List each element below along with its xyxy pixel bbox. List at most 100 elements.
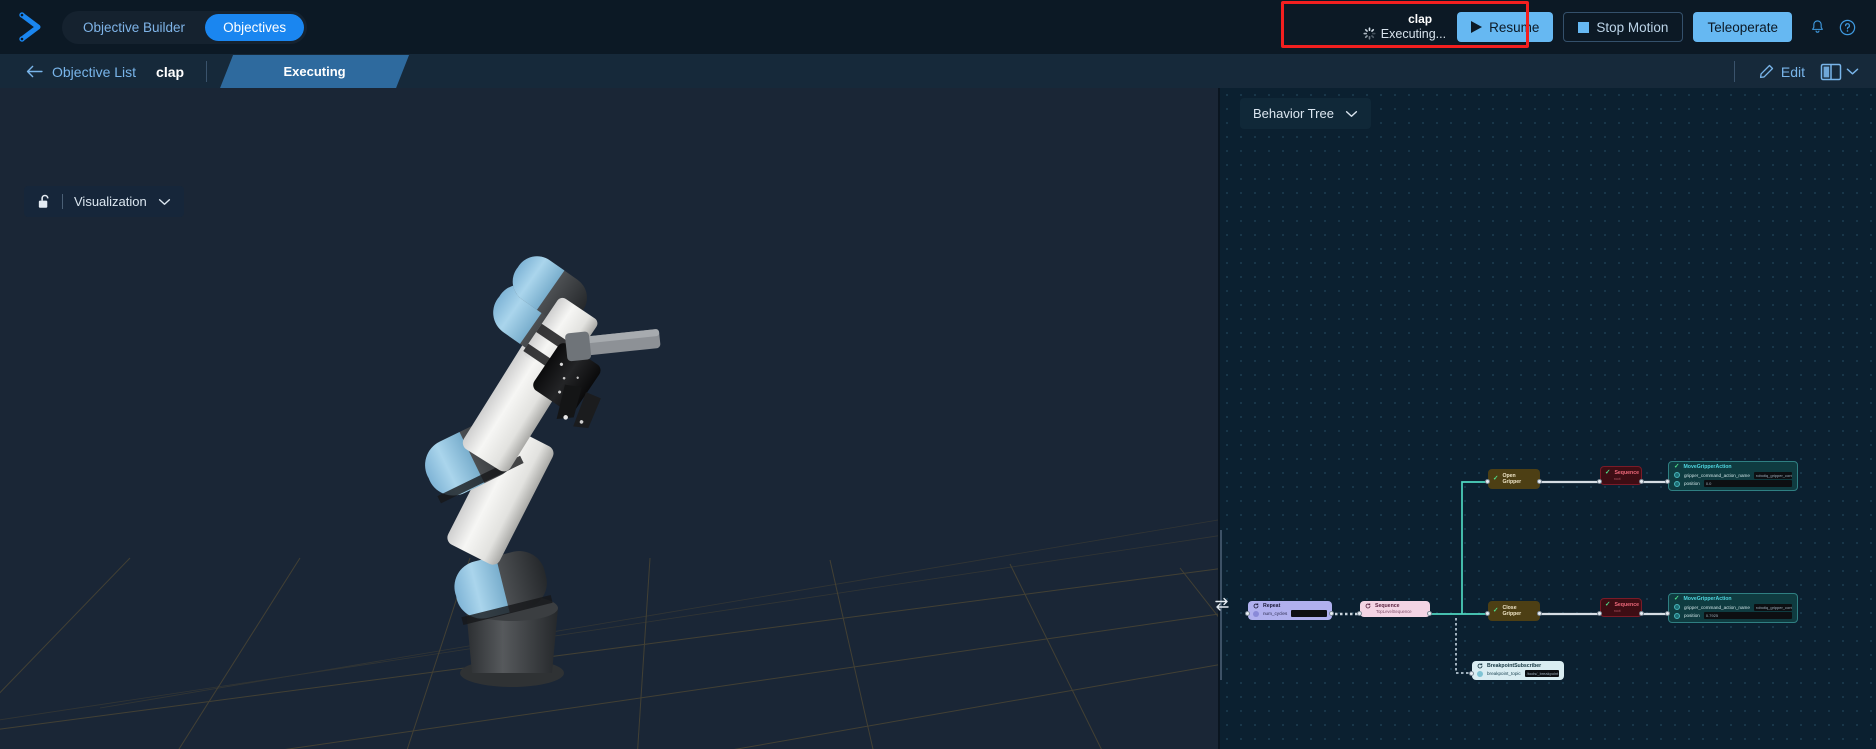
bt-port-dot (1427, 611, 1432, 616)
input-arrow-icon (1674, 612, 1680, 619)
bt-node-repeat[interactable]: Repeat num_cycles (1248, 601, 1332, 620)
bt-field-label: gripper_command_action_name (1684, 472, 1750, 478)
input-arrow-icon (1674, 604, 1680, 610)
check-icon: ✓ (1674, 463, 1680, 470)
visualization-viewport[interactable]: Visualization (0, 88, 1218, 749)
resume-button[interactable]: Resume (1457, 12, 1554, 42)
bt-node-open-gripper[interactable]: ✓ Open Gripper (1488, 469, 1540, 489)
stop-motion-button[interactable]: Stop Motion (1563, 12, 1684, 42)
bt-node-breakpoint-subscriber[interactable]: BreakpointSubscriber breakpoint_topic /t… (1472, 661, 1564, 680)
nav-objective-builder[interactable]: Objective Builder (65, 14, 203, 41)
subbar-right-divider (1733, 61, 1735, 82)
bt-node-close-gripper[interactable]: ✓ Close Gripper (1488, 601, 1540, 621)
input-arrow-icon (1674, 472, 1680, 478)
bt-node-field[interactable]: gripper_command_action_name robotiq_grip… (1674, 603, 1792, 611)
chevron-down-icon (158, 198, 170, 205)
bt-node-move-gripper-open[interactable]: ✓ MoveGripperAction gripper_command_acti… (1668, 461, 1798, 491)
nav-objectives[interactable]: Objectives (205, 13, 305, 41)
edit-button[interactable]: Edit (1753, 64, 1811, 80)
chevron-down-icon (1846, 68, 1859, 75)
bt-node-sequence-close[interactable]: ✓ Sequence root (1600, 598, 1642, 617)
bt-port-dot (1357, 611, 1362, 616)
input-arrow-icon (1477, 670, 1483, 677)
app-logo[interactable] (0, 12, 62, 42)
bt-node-subtitle: TopLevelSequence (1376, 609, 1412, 614)
bt-port-dot (1665, 611, 1670, 616)
objective-subtoolbar: Objective List clap Executing Edit (0, 55, 1876, 88)
bt-field-value: 0.0 (1703, 480, 1792, 487)
visualization-label: Visualization (74, 194, 147, 209)
bt-field-value: /tools/_breakpoint (1524, 670, 1559, 677)
retry-icon (1477, 663, 1483, 669)
bt-node-title: BreakpointSubscriber (1487, 663, 1542, 669)
bell-icon (1811, 19, 1823, 33)
unlocked-padlock-icon (38, 194, 49, 208)
bt-port-dot (1597, 611, 1602, 616)
bt-field-label: num_cycles (1263, 611, 1288, 616)
panel-swap-button[interactable] (1213, 595, 1231, 613)
bt-node-title: Repeat (1263, 603, 1281, 609)
bt-node-field[interactable]: position 0.0 (1674, 480, 1792, 487)
visualization-mode-dropdown[interactable]: Visualization (24, 186, 184, 217)
status-badge: Executing (220, 55, 409, 88)
bt-node-title: MoveGripperAction (1683, 596, 1732, 603)
input-arrow-icon (1674, 480, 1680, 487)
bt-node-field[interactable]: gripper_command_action_name robotiq_grip… (1674, 471, 1792, 479)
subtoolbar-actions: Edit (1733, 61, 1876, 83)
bt-port-dot (1329, 611, 1334, 616)
bt-node-title: Sequence (1614, 602, 1639, 609)
stop-motion-button-label: Stop Motion (1596, 19, 1669, 35)
bt-node-subtitle: root (1614, 608, 1621, 613)
bt-field-label: position (1684, 613, 1700, 618)
bt-node-field[interactable]: breakpoint_topic /tools/_breakpoint (1477, 670, 1559, 677)
bt-node-title: MoveGripperAction (1683, 464, 1732, 471)
bt-field-value (1291, 610, 1327, 617)
panel-layout-button[interactable] (1815, 61, 1863, 83)
objective-title: clap (156, 63, 185, 80)
bt-port-dot (1485, 479, 1490, 484)
bt-node-subtitle: root (1614, 476, 1621, 481)
behavior-tree-mode-dropdown[interactable]: Behavior Tree (1240, 98, 1371, 129)
back-to-objective-list[interactable]: Objective List (26, 64, 136, 80)
status-state-text: Executing... (1380, 26, 1447, 41)
play-icon (1471, 21, 1483, 33)
bt-port-dot (1245, 611, 1250, 616)
split-panel-icon (1820, 63, 1842, 80)
check-icon: ✓ (1674, 595, 1680, 602)
help-circle-icon (1839, 19, 1855, 35)
teleoperate-button[interactable]: Teleoperate (1693, 12, 1792, 42)
bt-node-title: Sequence (1614, 470, 1639, 477)
check-icon: ✓ (1605, 469, 1611, 476)
retry-icon (1253, 603, 1259, 609)
bt-node-title: Open Gripper (1502, 473, 1522, 485)
resume-button-label: Resume (1489, 19, 1540, 35)
teleoperate-button-label: Teleoperate (1707, 19, 1778, 35)
control-divider (62, 194, 63, 209)
bt-port-dot (1597, 479, 1602, 484)
arrow-left-icon (26, 65, 43, 78)
bt-port-dot (1469, 671, 1474, 676)
bt-field-label: position (1684, 481, 1700, 486)
bt-node-field[interactable]: position 0.7925 (1674, 612, 1792, 619)
behavior-tree-edges (1330, 480, 1668, 674)
bt-port-dot (1485, 611, 1490, 616)
bt-port-dot (1665, 479, 1670, 484)
bt-node-top-level-sequence[interactable]: Sequence TopLevelSequence (1360, 601, 1430, 617)
bt-port-dot (1537, 479, 1542, 484)
chevron-right-logo-icon (19, 12, 41, 42)
bt-field-value: robotiq_gripper_controller (1753, 471, 1792, 479)
behavior-tree-panel[interactable]: Behavior Tree Repeat num_cycles Sequence… (1220, 88, 1876, 749)
execution-status: clap Executing... (1363, 12, 1447, 41)
bt-node-title: Close Gripper (1502, 605, 1522, 617)
bt-node-sequence-open[interactable]: ✓ Sequence root (1600, 466, 1642, 485)
bt-node-field[interactable]: num_cycles (1253, 610, 1327, 617)
check-icon: ✓ (1493, 606, 1499, 614)
bt-field-label: breakpoint_topic (1487, 671, 1521, 676)
loading-spinner-icon (1363, 27, 1376, 40)
top-toolbar: Objective Builder Objectives clap Execut… (0, 0, 1876, 55)
help-button[interactable] (1832, 12, 1862, 42)
bt-port-dot (1639, 479, 1644, 484)
bt-node-move-gripper-close[interactable]: ✓ MoveGripperAction gripper_command_acti… (1668, 593, 1798, 623)
notifications-button[interactable] (1802, 12, 1832, 42)
chevron-down-icon (1345, 110, 1358, 117)
